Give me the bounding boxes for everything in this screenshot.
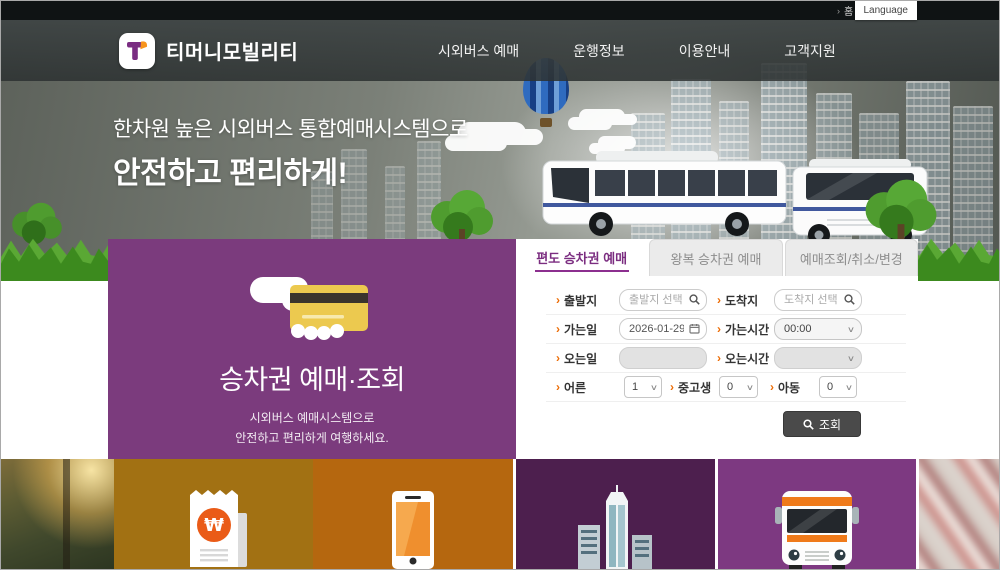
card-in-hand-icon — [250, 277, 368, 340]
booking-form-panel: 편도 승차권 예매 왕복 승차권 예매 예매조회/취소/변경 › 출발지 › — [516, 239, 918, 459]
departure-input[interactable] — [619, 289, 707, 311]
hero-title: 안전하고 편리하게! — [113, 157, 348, 190]
chevron-down-icon: ∨ — [649, 382, 659, 392]
main-nav: 시외버스 예매 운행정보 이용안내 고객지원 — [438, 20, 836, 81]
cloud — [568, 117, 612, 130]
tmoney-logo-icon — [119, 32, 155, 69]
utility-bar: › 홈 › 사이트맵 — [1, 1, 999, 20]
field-marker-icon: › — [670, 380, 674, 394]
arrival-input[interactable] — [774, 289, 862, 311]
hero-subtitle: 한차원 높은 시외버스 통합예매시스템으로 — [113, 118, 468, 141]
field-marker-icon: › — [556, 293, 560, 307]
language-button[interactable]: Language — [854, 1, 917, 20]
departure-label: › 출발지 — [556, 293, 598, 308]
field-marker-icon: › — [717, 293, 721, 307]
brand-logo[interactable]: 티머니모빌리티 — [119, 32, 299, 69]
depart-date-input[interactable] — [619, 318, 707, 340]
chevron-down-icon: ∨ — [846, 353, 856, 363]
form-row-origin-destination: › 출발지 › 도착지 — [546, 286, 906, 315]
form-row-return-datetime: › 오는일 › 오는시간 ∨ — [546, 344, 906, 373]
depart-time-select[interactable]: 00:00 ∨ — [774, 318, 862, 340]
adult-label: › 어른 — [556, 380, 587, 395]
return-date-label: › 오는일 — [556, 351, 598, 366]
tab-lookup-cancel-change[interactable]: 예매조회/취소/변경 — [784, 239, 918, 276]
tile-bus-service[interactable] — [718, 459, 916, 569]
tab-roundtrip-booking[interactable]: 왕복 승차권 예매 — [649, 239, 783, 276]
depart-date-label: › 가는일 — [556, 322, 598, 337]
photo-tile-left — [1, 459, 114, 569]
bus-front-icon — [775, 491, 859, 569]
booking-form: › 출발지 › 도착지 — [516, 276, 918, 437]
return-time-label: › 오는시간 — [717, 351, 770, 366]
field-marker-icon: › — [556, 351, 560, 365]
adult-count-select[interactable]: 1 ∨ — [624, 376, 662, 398]
form-row-passengers: › 어른 1 ∨ › 중고생 0 ∨ › 아동 0 ∨ — [546, 373, 906, 402]
form-row-depart-datetime: › 가는일 › 가는시간 00:00 ∨ — [546, 315, 906, 344]
smartphone-icon — [392, 491, 434, 569]
depart-time-label: › 가는시간 — [717, 322, 770, 337]
hero-text: 한차원 높은 시외버스 통합예매시스템으로 안전하고 편리하게! — [113, 113, 468, 192]
chevron-right-icon: › — [836, 5, 840, 16]
ticket-promo-panel: 승차권 예매·조회 시외버스 예매시스템으로 안전하고 편리하게 여행하세요. — [108, 239, 525, 459]
nav-item-service-info[interactable]: 운행정보 — [573, 41, 625, 61]
home-link[interactable]: › 홈 — [836, 3, 854, 19]
receipt-icon: ₩ — [189, 490, 247, 567]
ticket-panel-subtitle: 시외버스 예매시스템으로 안전하고 편리하게 여행하세요. — [235, 411, 389, 446]
tab-oneway-booking[interactable]: 편도 승차권 예매 — [516, 239, 648, 276]
chevron-down-icon: ∨ — [844, 382, 854, 392]
arrival-label: › 도착지 — [717, 293, 759, 308]
return-time-select-disabled: ∨ — [774, 347, 862, 369]
booking-tabs: 편도 승차권 예매 왕복 승차권 예매 예매조회/취소/변경 — [516, 239, 918, 276]
field-marker-icon: › — [717, 351, 721, 365]
chevron-down-icon: ∨ — [846, 324, 856, 334]
search-icon — [803, 418, 814, 430]
nav-item-usage-guide[interactable]: 이용안내 — [679, 41, 731, 61]
brand-name: 티머니모빌리티 — [166, 42, 299, 64]
tile-fare-receipt[interactable]: ₩ — [114, 459, 313, 569]
nav-item-customer-support[interactable]: 고객지원 — [784, 41, 836, 61]
student-count-select[interactable]: 0 ∨ — [719, 376, 758, 398]
search-button[interactable]: 조회 — [783, 411, 861, 437]
tile-mobile-app[interactable] — [313, 459, 513, 569]
quick-link-tiles: ₩ — [1, 459, 999, 569]
chevron-down-icon: ∨ — [745, 382, 755, 392]
field-marker-icon: › — [556, 380, 560, 394]
return-date-input-disabled — [619, 347, 707, 369]
svg-text:₩: ₩ — [204, 515, 224, 536]
header: 티머니모빌리티 시외버스 예매 운행정보 이용안내 고객지원 — [1, 20, 999, 81]
buildings-icon — [577, 485, 652, 569]
photo-tile-right — [919, 459, 999, 569]
field-marker-icon: › — [556, 322, 560, 336]
ticket-panel-title: 승차권 예매·조회 — [219, 365, 405, 395]
page: 한차원 높은 시외버스 통합예매시스템으로 안전하고 편리하게! › 홈 › 사… — [0, 0, 1000, 570]
field-marker-icon: › — [717, 322, 721, 336]
field-marker-icon: › — [770, 380, 774, 394]
tile-terminal-info[interactable] — [516, 459, 715, 569]
nav-item-bus-booking[interactable]: 시외버스 예매 — [438, 41, 519, 61]
child-count-select[interactable]: 0 ∨ — [819, 376, 857, 398]
home-link-label: 홈 — [843, 7, 854, 18]
child-label: › 아동 — [770, 380, 801, 395]
student-label: › 중고생 — [670, 380, 712, 395]
